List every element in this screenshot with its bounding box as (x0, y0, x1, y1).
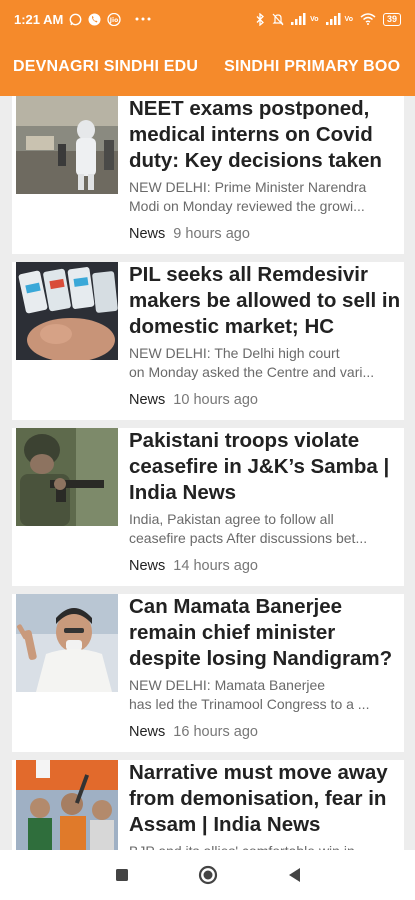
svg-text:Jio: Jio (109, 17, 118, 24)
news-summary: India, Pakistan agree to follow all ceas… (129, 510, 401, 548)
news-time: 9 hours ago (173, 226, 250, 242)
news-thumbnail (16, 428, 118, 526)
news-summary-line: India, Pakistan agree to follow all (129, 511, 334, 527)
news-summary: NEW DELHI: The Delhi high court on Monda… (129, 344, 401, 382)
news-meta: News 16 hours ago (129, 724, 401, 740)
recents-square-icon[interactable] (110, 863, 134, 887)
news-time: 14 hours ago (173, 558, 258, 574)
news-time: 10 hours ago (173, 392, 258, 408)
home-circle-icon[interactable] (196, 863, 220, 887)
news-feed[interactable]: NEET exams postponed, medical interns on… (0, 96, 415, 850)
news-summary: NEW DELHI: Mamata Banerjee has led the T… (129, 676, 401, 714)
news-meta: News 14 hours ago (129, 558, 401, 574)
news-summary-line: ceasefire pacts After discussions bet... (129, 530, 368, 546)
news-meta: News 9 hours ago (129, 226, 401, 242)
news-card[interactable]: PIL seeks all Remdesivir makers be allow… (12, 262, 404, 420)
news-summary-line: has led the Trinamool Congress to a ... (129, 696, 370, 712)
system-nav-bar (0, 850, 415, 900)
news-card[interactable]: NEET exams postponed, medical interns on… (12, 96, 404, 254)
news-summary-line: on Monday asked the Centre and vari... (129, 364, 375, 380)
status-bar: 1:21 AM Jio Vo Vo 39 (0, 0, 415, 38)
status-time: 1:21 AM (14, 11, 64, 27)
status-right: Vo Vo 39 (256, 12, 401, 26)
news-card-text: Narrative must move away from demonisati… (129, 760, 401, 850)
jio-icon: Jio (107, 12, 122, 26)
news-title: NEET exams postponed, medical interns on… (129, 97, 382, 172)
battery-icon: 39 (382, 12, 401, 26)
call-icon (88, 13, 101, 26)
news-card[interactable]: Narrative must move away from demonisati… (12, 760, 404, 850)
news-summary-line: BJP and its allies' comfortable win in (129, 842, 401, 850)
wifi-icon (360, 13, 376, 25)
signal-icon: Vo (291, 12, 319, 26)
tab-devnagri-sindhi-edu[interactable]: DEVNAGRI SINDHI EDU (0, 58, 211, 76)
news-title: PIL seeks all Remdesivir makers be allow… (129, 263, 401, 338)
news-thumbnail (16, 262, 118, 360)
signal-icon: Vo (325, 12, 353, 26)
news-summary-line: NEW DELHI: Mamata Banerjee (129, 677, 326, 693)
category-tabs: DEVNAGRI SINDHI EDU SINDHI PRIMARY BOO (0, 38, 415, 96)
news-category: News (129, 724, 166, 740)
news-thumbnail (16, 594, 118, 692)
news-summary-line: NEW DELHI: Prime Minister Narendra (129, 179, 367, 195)
status-left: 1:21 AM Jio (14, 12, 151, 27)
news-thumbnail (16, 96, 118, 194)
tab-sindhi-primary-books[interactable]: SINDHI PRIMARY BOO (211, 58, 413, 76)
news-title: Can Mamata Banerjee remain chief ministe… (129, 595, 393, 670)
signal-label: Vo (344, 15, 353, 23)
news-title: Narrative must move away from demonisati… (129, 761, 388, 836)
news-title: Pakistani troops violate ceasefire in J&… (129, 429, 390, 504)
news-category: News (129, 558, 166, 574)
signal-label: Vo (310, 15, 319, 23)
news-card[interactable]: Pakistani troops violate ceasefire in J&… (12, 428, 404, 586)
news-card[interactable]: Can Mamata Banerjee remain chief ministe… (12, 594, 404, 752)
mute-icon (272, 13, 284, 26)
news-category: News (129, 226, 166, 242)
news-card-text: PIL seeks all Remdesivir makers be allow… (129, 262, 401, 408)
news-category: News (129, 392, 166, 408)
news-meta: News 10 hours ago (129, 392, 401, 408)
bluetooth-icon (256, 12, 265, 26)
news-time: 16 hours ago (173, 724, 258, 740)
whatsapp-icon (69, 13, 82, 26)
news-summary-line: NEW DELHI: The Delhi high court (129, 345, 340, 361)
news-summary: NEW DELHI: Prime Minister Narendra Modi … (129, 178, 401, 216)
news-card-text: NEET exams postponed, medical interns on… (129, 96, 401, 242)
news-summary-line: Modi on Monday reviewed the growi... (129, 198, 365, 214)
news-card-text: Can Mamata Banerjee remain chief ministe… (129, 594, 401, 740)
back-triangle-icon[interactable] (282, 863, 306, 887)
news-summary: BJP and its allies' comfortable win in (129, 842, 401, 850)
news-card-text: Pakistani troops violate ceasefire in J&… (129, 428, 401, 574)
more-dots-icon (135, 17, 151, 21)
news-thumbnail (16, 760, 118, 850)
